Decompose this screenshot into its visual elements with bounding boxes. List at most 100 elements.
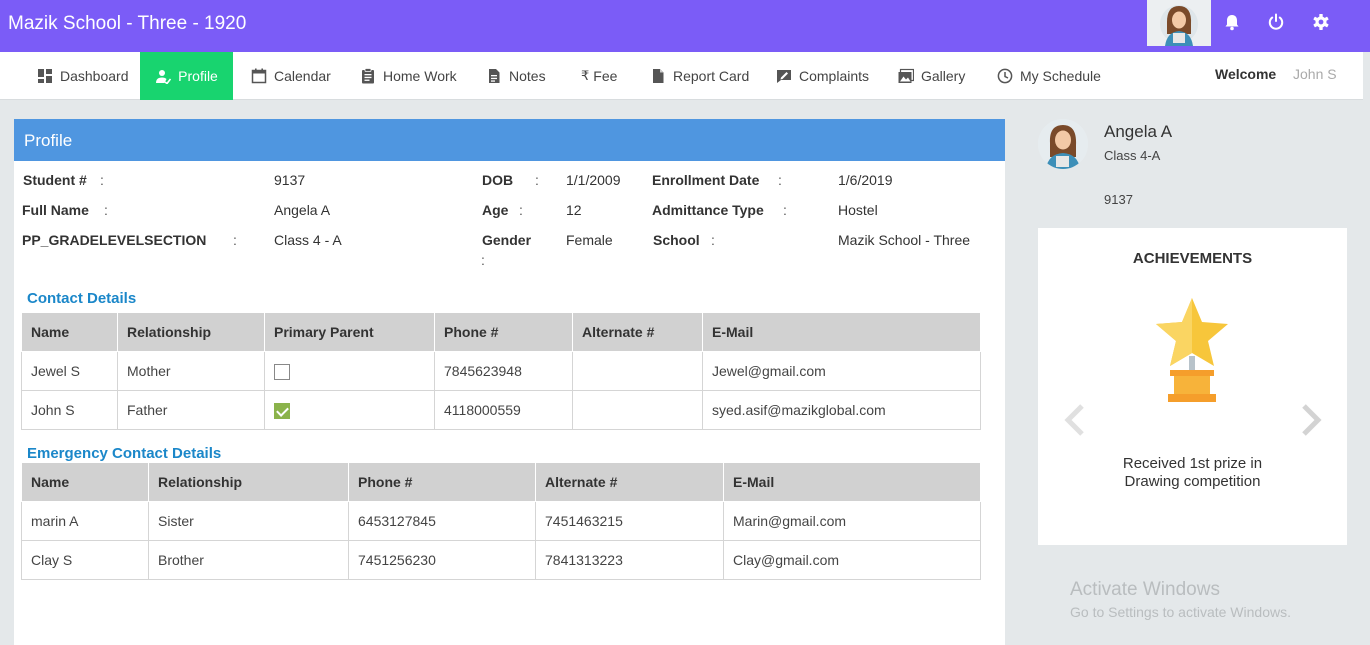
power-icon[interactable] bbox=[1266, 12, 1286, 32]
achievement-description: Received 1st prize in Drawing competitio… bbox=[1122, 455, 1263, 490]
nav-dashboard[interactable]: Dashboard bbox=[37, 52, 129, 100]
activation-watermark-title: Activate Windows bbox=[1070, 579, 1220, 600]
full-name-value: Angela A bbox=[274, 202, 331, 218]
trophy-icon bbox=[1156, 298, 1228, 402]
student-no-label: Student # bbox=[23, 172, 87, 188]
colon: : bbox=[100, 172, 104, 188]
cell-phone: 6453127845 bbox=[348, 501, 536, 541]
clipboard-icon bbox=[362, 68, 374, 84]
cell-name: Clay S bbox=[21, 540, 149, 580]
student-no-value: 9137 bbox=[274, 172, 306, 188]
nav-calendar[interactable]: Calendar bbox=[251, 52, 331, 100]
colon: : bbox=[104, 202, 108, 218]
cell-primary-parent bbox=[264, 351, 435, 391]
student-id: 9137 bbox=[1104, 192, 1133, 207]
colon: : bbox=[711, 232, 715, 248]
enrollment-date-label: Enrollment Date bbox=[652, 172, 760, 188]
table-row: Clay S Brother 7451256230 7841313223 Cla… bbox=[21, 540, 981, 580]
nav-label: Calendar bbox=[274, 68, 331, 84]
user-icon bbox=[156, 70, 172, 84]
nav-complaints[interactable]: Complaints bbox=[776, 52, 869, 100]
enrollment-date-value: 1/6/2019 bbox=[838, 172, 893, 188]
chevron-left-icon[interactable] bbox=[1060, 400, 1090, 440]
contact-details-title: Contact Details bbox=[27, 290, 137, 307]
column-header: Name bbox=[21, 462, 149, 502]
app-title: Mazik School - Three - 1920 bbox=[8, 13, 247, 34]
activation-watermark-hint: Go to Settings to activate Windows. bbox=[1070, 604, 1291, 620]
colon: : bbox=[519, 202, 523, 218]
colon: : bbox=[778, 172, 782, 188]
cell-phone: 4118000559 bbox=[434, 390, 573, 430]
table-row: John S Father 4118000559 syed.asif@mazik… bbox=[21, 390, 981, 430]
primary-parent-checkbox[interactable] bbox=[274, 363, 290, 380]
table-row: Jewel S Mother 7845623948 Jewel@gmail.co… bbox=[21, 351, 981, 391]
welcome-label: Welcome bbox=[1215, 66, 1277, 82]
nav-label: Gallery bbox=[921, 68, 966, 84]
nav-my-schedule[interactable]: My Schedule bbox=[997, 52, 1101, 100]
nav-profile[interactable]: Profile bbox=[140, 52, 233, 100]
dob-label: DOB bbox=[482, 172, 514, 188]
colon: : bbox=[481, 252, 485, 268]
chevron-right-icon[interactable] bbox=[1296, 400, 1326, 440]
nav-fee[interactable]: ₹ Fee bbox=[581, 52, 617, 100]
school-label: School bbox=[653, 232, 700, 248]
colon: : bbox=[783, 202, 787, 218]
complaint-icon bbox=[777, 70, 791, 83]
cell-relationship: Mother bbox=[117, 351, 265, 391]
nav-label: Dashboard bbox=[60, 68, 129, 84]
gallery-icon bbox=[898, 68, 914, 83]
nav-label: Report Card bbox=[673, 68, 750, 84]
cell-name: marin A bbox=[21, 501, 149, 541]
cell-phone: 7845623948 bbox=[434, 351, 573, 391]
cell-primary-parent bbox=[264, 390, 435, 430]
age-value: 12 bbox=[566, 202, 582, 218]
table-header-row: Name Relationship Primary Parent Phone #… bbox=[21, 312, 981, 352]
emergency-contact-title: Emergency Contact Details bbox=[27, 445, 222, 462]
cell-email: Jewel@gmail.com bbox=[702, 351, 981, 391]
nav-label: Complaints bbox=[799, 68, 870, 84]
bell-icon[interactable] bbox=[1222, 12, 1242, 32]
cell-email: Marin@gmail.com bbox=[723, 501, 981, 541]
rupee-icon: ₹ bbox=[581, 68, 590, 83]
nav-label: My Schedule bbox=[1020, 68, 1101, 84]
grade-section-value: Class 4 - A bbox=[274, 232, 342, 248]
clock-icon bbox=[997, 68, 1013, 84]
user-avatar[interactable] bbox=[1147, 0, 1211, 46]
admittance-type-label: Admittance Type bbox=[652, 202, 764, 218]
contact-table: Name Relationship Primary Parent Phone #… bbox=[21, 312, 981, 430]
student-name: Angela A bbox=[1104, 122, 1173, 141]
nav-gallery[interactable]: Gallery bbox=[898, 52, 965, 100]
cell-name: John S bbox=[21, 390, 118, 430]
colon: : bbox=[233, 232, 237, 248]
achievements-title: ACHIEVEMENTS bbox=[1132, 250, 1253, 267]
column-header: E-Mail bbox=[723, 462, 981, 502]
nav-label: Profile bbox=[178, 68, 218, 84]
document-icon bbox=[489, 69, 500, 83]
nav-homework[interactable]: Home Work bbox=[360, 52, 457, 100]
column-header: Alternate # bbox=[535, 462, 724, 502]
nav-bar: Dashboard Profile Calendar Home Work Not… bbox=[0, 52, 1363, 100]
nav-report-card[interactable]: Report Card bbox=[650, 52, 749, 100]
full-name-label: Full Name bbox=[22, 202, 89, 218]
calendar-icon bbox=[251, 68, 267, 84]
column-header: Name bbox=[21, 312, 118, 352]
column-header: Relationship bbox=[148, 462, 349, 502]
achievements-card: ACHIEVEMENTS Received 1st prize in Drawi… bbox=[1038, 228, 1347, 545]
dob-value: 1/1/2009 bbox=[566, 172, 621, 188]
column-header: Phone # bbox=[348, 462, 536, 502]
welcome-user-name: John S bbox=[1293, 66, 1337, 82]
primary-parent-checkbox[interactable] bbox=[274, 402, 290, 419]
profile-header: Profile bbox=[14, 119, 1005, 161]
admittance-type-value: Hostel bbox=[838, 202, 878, 218]
cell-phone: 7451256230 bbox=[348, 540, 536, 580]
cell-alternate bbox=[572, 351, 703, 391]
cell-relationship: Father bbox=[117, 390, 265, 430]
nav-notes[interactable]: Notes bbox=[486, 52, 546, 100]
gear-icon[interactable] bbox=[1311, 12, 1331, 32]
student-avatar bbox=[1038, 119, 1088, 169]
column-header: Alternate # bbox=[572, 312, 703, 352]
table-row: marin A Sister 6453127845 7451463215 Mar… bbox=[21, 501, 981, 541]
column-header: Phone # bbox=[434, 312, 573, 352]
cell-relationship: Brother bbox=[148, 540, 349, 580]
top-bar: Mazik School - Three - 1920 bbox=[0, 0, 1370, 52]
